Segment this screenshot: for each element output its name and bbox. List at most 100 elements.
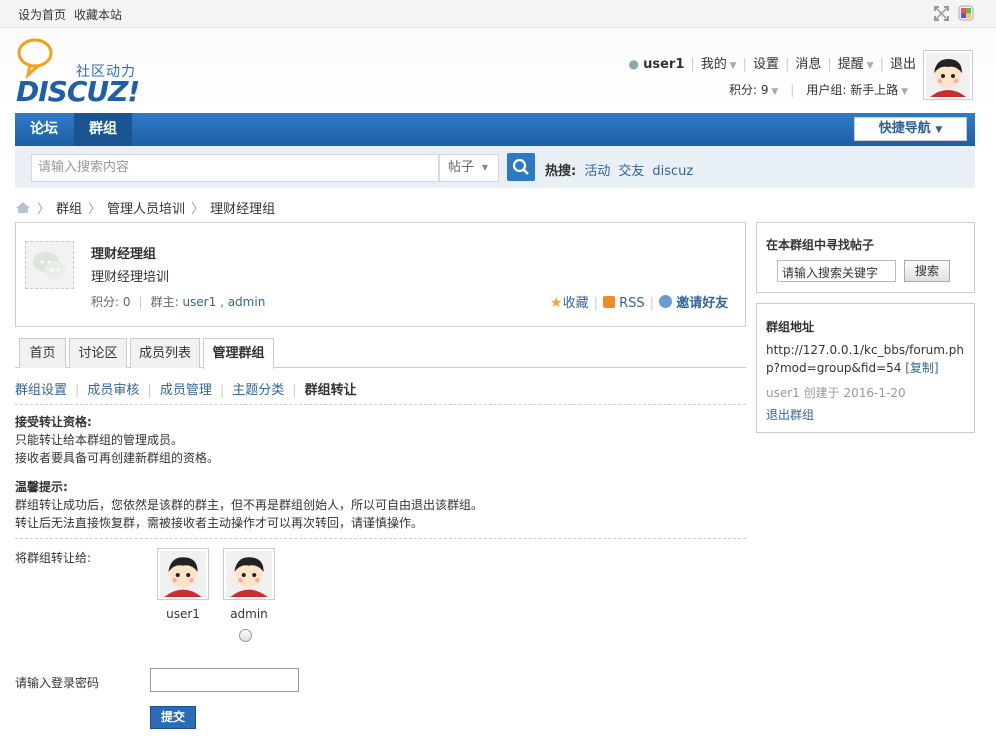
subnav-transfer[interactable]: 群组转让 (305, 383, 357, 398)
quick-nav-label: 快捷导航 (878, 121, 931, 136)
breadcrumb-item[interactable]: 理财经理组 (210, 202, 275, 217)
hot-search: 热搜: 活动 交友 discuz (545, 160, 701, 179)
divider (15, 404, 746, 405)
password-input[interactable] (150, 668, 299, 692)
avatar-icon (160, 551, 206, 597)
group-avatar (25, 241, 74, 289)
rss-link[interactable]: RSS (619, 296, 645, 311)
home-icon[interactable] (15, 201, 31, 214)
notice-tips: 温馨提示: 群组转让成功后，您依然是该群的群主，但不再是群组创始人，所以可自由退… (15, 478, 483, 532)
notice-line: 只能转让给本群组的管理成员。 (15, 433, 184, 447)
group-creator: user1 创建于 2016-1-20 (766, 384, 906, 401)
tab-members[interactable]: 成员列表 (130, 338, 200, 368)
user-icon: ● (628, 57, 639, 71)
top-bar: 设为首页 收藏本站 (0, 0, 996, 28)
notice-line: 转让后无法直接恢复群，需被接收者主动操作才可以再次转回，请谨慎操作。 (15, 516, 424, 530)
password-label: 请输入登录密码 (15, 676, 100, 690)
fullscreen-icon[interactable] (934, 6, 949, 21)
owner-link[interactable]: user1 (182, 295, 216, 309)
chat-bubbles-icon (33, 252, 66, 279)
candidate-radio-admin[interactable] (239, 629, 252, 642)
color-theme-icon[interactable] (958, 5, 974, 21)
breadcrumb: 〉群组〉管理人员培训〉理财经理组 (15, 198, 275, 217)
group-url: http://127.0.0.1/kc_bbs/forum.php?mod=gr… (766, 341, 971, 377)
owner-link[interactable]: admin (228, 295, 266, 309)
subnav-review[interactable]: 成员审核 (87, 383, 139, 398)
group-address-title: 群组地址 (766, 320, 815, 334)
nav-group[interactable]: 群组 (74, 113, 132, 146)
breadcrumb-item[interactable]: 管理人员培训 (107, 202, 185, 217)
star-icon: ★ (550, 295, 563, 311)
notice-heading: 温馨提示: (15, 480, 68, 494)
hot-label: 热搜: (545, 164, 577, 179)
avatar[interactable] (923, 50, 973, 100)
usergroup-menu[interactable]: 用户组: 新手上路 (806, 83, 898, 97)
candidate-avatar-user1[interactable] (157, 548, 209, 600)
search-input[interactable]: 请输入搜索内容 (31, 154, 439, 182)
caret-down-icon: ▼ (935, 125, 943, 135)
settings-link[interactable]: 设置 (753, 57, 779, 72)
set-home-link[interactable]: 设为首页 (18, 8, 66, 22)
tab-discussion[interactable]: 讨论区 (69, 338, 127, 368)
invite-user-icon (659, 295, 673, 308)
owner-label: 群主: (150, 295, 179, 309)
created-date: 2016-1-20 (843, 386, 906, 400)
subnav-members[interactable]: 成员管理 (160, 383, 212, 398)
copy-link[interactable]: [复制] (905, 361, 938, 375)
search-type-select[interactable]: 帖子 ▼ (439, 154, 499, 182)
user-nav: ● user1 | 我的 ▼ | 设置 | 消息 | 提醒 ▼ | 退出 (628, 57, 916, 72)
chevron-down-icon: ▼ (481, 163, 488, 172)
chevron-down-icon: ▼ (768, 87, 779, 97)
tab-home[interactable]: 首页 (19, 338, 66, 368)
alerts-menu[interactable]: 提醒 (838, 57, 864, 72)
rss-icon (602, 296, 615, 308)
quick-nav-button[interactable]: 快捷导航 ▼ (854, 117, 967, 141)
breadcrumb-item[interactable]: 群组 (56, 202, 82, 217)
submit-button[interactable]: 提交 (150, 706, 196, 729)
mine-menu[interactable]: 我的 (701, 57, 727, 72)
invite-link[interactable]: 邀请好友 (676, 296, 728, 311)
tab-manage[interactable]: 管理群组 (203, 338, 274, 369)
sidebar-search-title: 在本群组中寻找帖子 (766, 238, 875, 252)
search-button[interactable] (507, 153, 535, 181)
group-meta: 积分: 0 | 群主: user1 , admin (91, 295, 266, 309)
candidate-name: admin (230, 607, 268, 621)
points-label: 积分: (91, 295, 120, 309)
favorite-link[interactable]: 收藏 (563, 296, 589, 311)
bookmark-link[interactable]: 收藏本站 (74, 8, 122, 22)
notice-line: 接收者要具备可再创建新群组的资格。 (15, 451, 220, 465)
top-links: 设为首页 收藏本站 (18, 6, 130, 23)
keyword-input[interactable]: 请输入搜索关键字 (777, 260, 896, 282)
chevron-down-icon: ▼ (898, 87, 908, 97)
hot-link[interactable]: 交友 (618, 164, 644, 179)
transfer-label: 将群组转让给: (15, 551, 92, 565)
logout-link[interactable]: 退出 (890, 57, 916, 72)
messages-link[interactable]: 消息 (795, 57, 821, 72)
chevron-down-icon: ▼ (726, 61, 737, 71)
username-link[interactable]: user1 (643, 57, 684, 72)
group-name[interactable]: 理财经理组 (91, 243, 156, 262)
chevron-down-icon: ▼ (863, 61, 874, 71)
main-nav: 论坛 群组 (15, 113, 975, 146)
sidebar-search-button[interactable]: 搜索 (904, 260, 950, 282)
leave-group-link[interactable]: 退出群组 (766, 406, 814, 423)
hot-link[interactable]: discuz (652, 164, 693, 179)
divider (15, 538, 746, 539)
avatar-icon (226, 551, 272, 597)
subnav-settings[interactable]: 群组设置 (15, 383, 67, 398)
group-points: 0 (122, 295, 131, 309)
logo[interactable]: DISCUZ! (16, 75, 140, 108)
search-type-label: 帖子 (448, 160, 475, 175)
subnav-categories[interactable]: 主题分类 (232, 383, 284, 398)
manage-subnav: 群组设置 | 成员审核 | 成员管理 | 主题分类 | 群组转让 (15, 383, 357, 398)
user-stats: 积分: 9 ▼ | 用户组: 新手上路 ▼ (729, 83, 908, 97)
nav-forum[interactable]: 论坛 (15, 113, 73, 146)
points-menu[interactable]: 积分: 9 (729, 83, 769, 97)
candidate-avatar-admin[interactable] (223, 548, 275, 600)
notice-heading: 接受转让资格: (15, 415, 92, 429)
group-tabs: 首页 讨论区 成员列表 管理群组 (15, 337, 746, 369)
group-actions: ★收藏 | RSS | 邀请好友 (550, 295, 729, 311)
notice-line: 群组转让成功后，您依然是该群的群主，但不再是群组创始人，所以可自由退出该群组。 (15, 498, 484, 512)
hot-link[interactable]: 活动 (584, 164, 610, 179)
avatar-icon (926, 53, 970, 97)
